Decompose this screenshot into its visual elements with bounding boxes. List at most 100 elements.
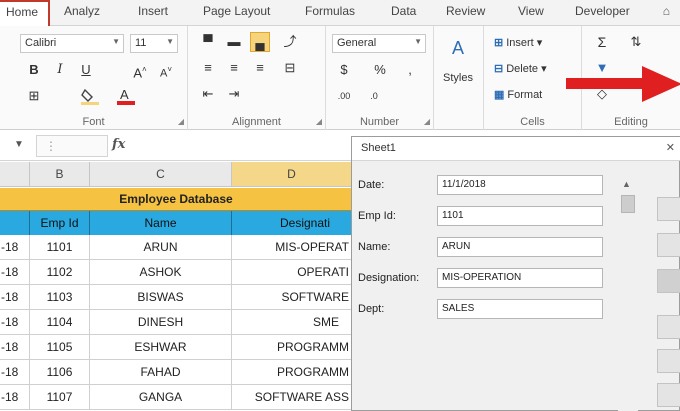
date-cell[interactable]: -18 xyxy=(0,360,30,385)
italic-icon[interactable]: I xyxy=(50,60,70,80)
emp-id-cell[interactable]: 1104 xyxy=(30,310,90,335)
date-cell[interactable]: -18 xyxy=(0,260,30,285)
insert-cells-button[interactable]: ⊞ Insert ▾ xyxy=(494,36,542,49)
tab-formulas[interactable]: Formulas xyxy=(305,4,355,18)
align-center-icon[interactable]: ≡ xyxy=(224,58,244,78)
sheet-title-cell[interactable]: Employee Database xyxy=(0,188,352,211)
tab-home[interactable]: Home xyxy=(0,0,50,26)
name-cell[interactable]: FAHAD xyxy=(90,360,232,385)
header-cell-stub[interactable] xyxy=(0,211,30,235)
date-cell[interactable]: -18 xyxy=(0,310,30,335)
name-cell[interactable]: ESHWAR xyxy=(90,335,232,360)
scroll-thumb[interactable] xyxy=(621,195,635,213)
autosum-icon[interactable]: Σ xyxy=(592,32,612,52)
date-cell[interactable]: -18 xyxy=(0,235,30,260)
column-header-stub[interactable] xyxy=(0,162,30,187)
date-cell[interactable]: -18 xyxy=(0,335,30,360)
percent-icon[interactable]: % xyxy=(370,60,390,80)
designation-cell[interactable]: PROGRAMM xyxy=(232,360,352,385)
tab-page-layout[interactable]: Page Layout xyxy=(203,4,270,18)
tab-developer[interactable]: Developer xyxy=(575,4,630,18)
orientation-icon[interactable]: ⤴ xyxy=(280,32,300,52)
decrease-font-icon[interactable]: A˅ xyxy=(156,60,176,80)
scroll-up-icon[interactable]: ▲ xyxy=(622,179,631,189)
comma-icon[interactable]: , xyxy=(400,60,420,80)
merge-center-icon[interactable]: ⊟ xyxy=(280,58,300,78)
designation-cell[interactable]: OPERATI xyxy=(232,260,352,285)
currency-icon[interactable]: $ xyxy=(334,60,354,80)
designation-cell[interactable]: SME xyxy=(232,310,352,335)
name-cell[interactable]: ASHOK xyxy=(90,260,232,285)
sort-filter-icon[interactable]: ⇅ xyxy=(626,32,646,52)
font-size-combo[interactable]: 11 ▼ xyxy=(130,34,178,53)
insert-function-icon[interactable]: fx xyxy=(112,137,125,152)
name-cell[interactable]: GANGA xyxy=(90,385,232,410)
emp-id-cell[interactable]: 1101 xyxy=(30,235,90,260)
emp-id-cell[interactable]: 1102 xyxy=(30,260,90,285)
column-header-b[interactable]: B xyxy=(30,162,90,187)
delete-cells-button[interactable]: ⊟ Delete ▾ xyxy=(494,62,547,75)
tab-review[interactable]: Review xyxy=(446,4,485,18)
column-header-d[interactable]: D xyxy=(232,162,352,187)
form-button-6[interactable] xyxy=(657,383,680,407)
tab-insert[interactable]: Insert xyxy=(138,4,168,18)
designation-cell[interactable]: SOFTWARE ASS xyxy=(232,385,352,410)
name-field[interactable]: ARUN xyxy=(437,237,603,257)
dialog-launcher-icon[interactable]: ◢ xyxy=(178,117,184,126)
name-cell[interactable]: ARUN xyxy=(90,235,232,260)
date-cell[interactable]: -18 xyxy=(0,385,30,410)
emp-id-cell[interactable]: 1105 xyxy=(30,335,90,360)
increase-decimal-icon[interactable]: .00 xyxy=(334,86,354,106)
bold-icon[interactable]: B xyxy=(24,60,44,80)
designation-cell[interactable]: PROGRAMM xyxy=(232,335,352,360)
designation-cell[interactable]: SOFTWARE xyxy=(232,285,352,310)
align-right-icon[interactable]: ≡ xyxy=(250,58,270,78)
form-button-1[interactable] xyxy=(657,197,680,221)
format-cells-button[interactable]: ▦ Format xyxy=(494,88,542,101)
styles-label[interactable]: Styles xyxy=(443,72,473,84)
header-cell-name[interactable]: Name xyxy=(90,211,232,235)
column-header-c[interactable]: C xyxy=(90,162,232,187)
date-cell[interactable]: -18 xyxy=(0,285,30,310)
form-button-4[interactable] xyxy=(657,315,680,339)
borders-icon[interactable]: ⊞ xyxy=(24,86,44,106)
dialog-launcher-icon[interactable]: ◢ xyxy=(424,117,430,126)
underline-icon[interactable]: U xyxy=(76,60,96,80)
emp-id-cell[interactable]: 1107 xyxy=(30,385,90,410)
align-middle-icon[interactable]: ▬ xyxy=(224,32,244,52)
lightbulb-icon[interactable]: ⌂ xyxy=(663,4,670,18)
form-button-2[interactable] xyxy=(657,233,680,257)
name-box-dropdown[interactable]: ▼ xyxy=(0,135,30,157)
align-bottom-icon[interactable]: ▄ xyxy=(250,32,270,52)
tab-analyze[interactable]: Analyz xyxy=(64,4,100,18)
fill-color-icon[interactable] xyxy=(80,86,100,106)
formula-controls[interactable]: ⋮ xyxy=(36,135,108,157)
number-format-combo[interactable]: General ▼ xyxy=(332,34,426,53)
form-button-5[interactable] xyxy=(657,349,680,373)
form-button-3[interactable] xyxy=(657,269,680,293)
decrease-decimal-icon[interactable]: .0 xyxy=(364,86,384,106)
tab-data[interactable]: Data xyxy=(391,4,416,18)
name-cell[interactable]: BISWAS xyxy=(90,285,232,310)
decrease-indent-icon[interactable]: ⇤ xyxy=(198,84,218,104)
dialog-launcher-icon[interactable]: ◢ xyxy=(316,117,322,126)
align-left-icon[interactable]: ≡ xyxy=(198,58,218,78)
emp-id-cell[interactable]: 1106 xyxy=(30,360,90,385)
styles-icon[interactable]: A xyxy=(448,38,468,58)
close-icon[interactable]: ✕ xyxy=(666,141,675,154)
record-scrollbar[interactable]: ▲ xyxy=(618,177,638,411)
emp-id-cell[interactable]: 1103 xyxy=(30,285,90,310)
tab-view[interactable]: View xyxy=(518,4,544,18)
date-field[interactable]: 11/1/2018 xyxy=(437,175,603,195)
designation-cell[interactable]: MIS-OPERAT xyxy=(232,235,352,260)
font-color-icon[interactable]: A xyxy=(116,86,136,106)
increase-font-icon[interactable]: A˄ xyxy=(130,60,150,80)
font-name-combo[interactable]: Calibri ▼ xyxy=(20,34,124,53)
header-cell-designation[interactable]: Designati xyxy=(232,211,352,235)
emp-id-field[interactable]: 1101 xyxy=(437,206,603,226)
name-cell[interactable]: DINESH xyxy=(90,310,232,335)
align-top-icon[interactable]: ▀ xyxy=(198,32,218,52)
increase-indent-icon[interactable]: ⇥ xyxy=(224,84,244,104)
header-cell-emp-id[interactable]: Emp Id xyxy=(30,211,90,235)
designation-field[interactable]: MIS-OPERATION xyxy=(437,268,603,288)
